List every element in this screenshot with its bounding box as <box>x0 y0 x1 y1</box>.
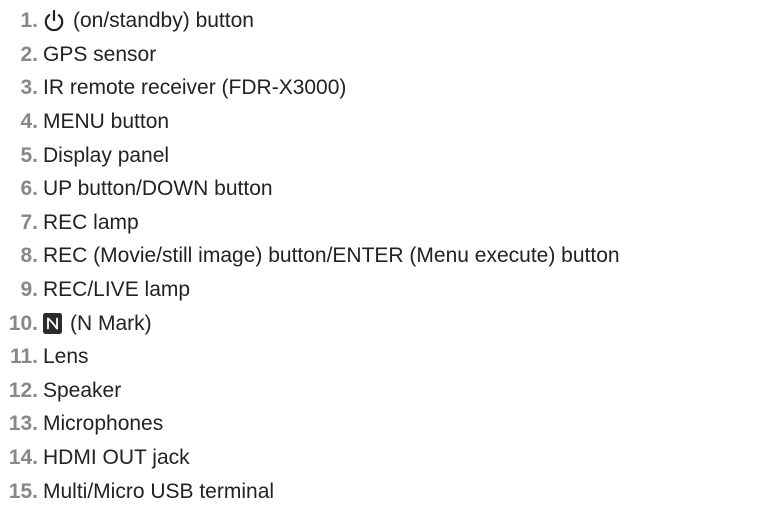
list-item-power-button: 1. (on/standby) button <box>0 4 778 38</box>
item-number: 13. <box>8 412 38 436</box>
item-number: 4. <box>20 110 38 134</box>
item-number: 9. <box>20 278 38 302</box>
parts-list: 1. (on/standby) button 2. GPS sensor 3. … <box>0 0 778 508</box>
item-number: 15. <box>8 479 38 503</box>
list-item-menu-button: 4. MENU button <box>0 105 778 139</box>
item-label: (N Mark) <box>70 311 152 335</box>
item-label: HDMI OUT jack <box>43 446 190 470</box>
item-label: Microphones <box>43 412 164 436</box>
n-mark-icon <box>43 312 62 334</box>
item-label: Speaker <box>43 378 122 402</box>
item-label: REC lamp <box>43 210 139 234</box>
item-label: GPS sensor <box>43 42 157 66</box>
item-label: (on/standby) button <box>73 9 254 33</box>
list-item-gps-sensor: 2. GPS sensor <box>0 38 778 72</box>
power-standby-icon <box>43 9 65 33</box>
item-number: 5. <box>20 143 38 167</box>
item-label: Multi/Micro USB terminal <box>43 479 275 503</box>
item-label: MENU button <box>43 110 170 134</box>
item-number: 11. <box>9 345 38 369</box>
item-label: UP button/DOWN button <box>43 177 273 201</box>
item-label: REC (Movie/still image) button/ENTER (Me… <box>43 244 620 268</box>
item-label: REC/LIVE lamp <box>43 278 191 302</box>
list-item-rec-lamp: 7. REC lamp <box>0 206 778 240</box>
list-item-lens: 11. Lens <box>0 340 778 374</box>
list-item-rec-live-lamp: 9. REC/LIVE lamp <box>0 273 778 307</box>
item-number: 10. <box>8 311 38 335</box>
item-number: 8. <box>20 244 38 268</box>
item-label: Lens <box>43 345 89 369</box>
item-label: Display panel <box>43 143 170 167</box>
list-item-speaker: 12. Speaker <box>0 374 778 408</box>
list-item-n-mark: 10. (N Mark) <box>0 306 778 340</box>
list-item-up-down-button: 6. UP button/DOWN button <box>0 172 778 206</box>
list-item-rec-enter-button: 8. REC (Movie/still image) button/ENTER … <box>0 239 778 273</box>
item-number: 6. <box>20 177 38 201</box>
item-number: 1. <box>20 9 38 33</box>
list-item-microphones: 13. Microphones <box>0 407 778 441</box>
item-number: 3. <box>20 76 38 100</box>
item-number: 2. <box>20 42 38 66</box>
item-number: 12. <box>8 378 38 402</box>
list-item-display-panel: 5. Display panel <box>0 138 778 172</box>
list-item-hdmi-out-jack: 14. HDMI OUT jack <box>0 441 778 475</box>
list-item-ir-remote-receiver: 3. IR remote receiver (FDR-X3000) <box>0 71 778 105</box>
item-number: 7. <box>20 210 38 234</box>
item-label: IR remote receiver (FDR-X3000) <box>43 76 347 100</box>
list-item-multi-usb-terminal: 15. Multi/Micro USB terminal <box>0 474 778 508</box>
item-number: 14. <box>8 446 38 470</box>
